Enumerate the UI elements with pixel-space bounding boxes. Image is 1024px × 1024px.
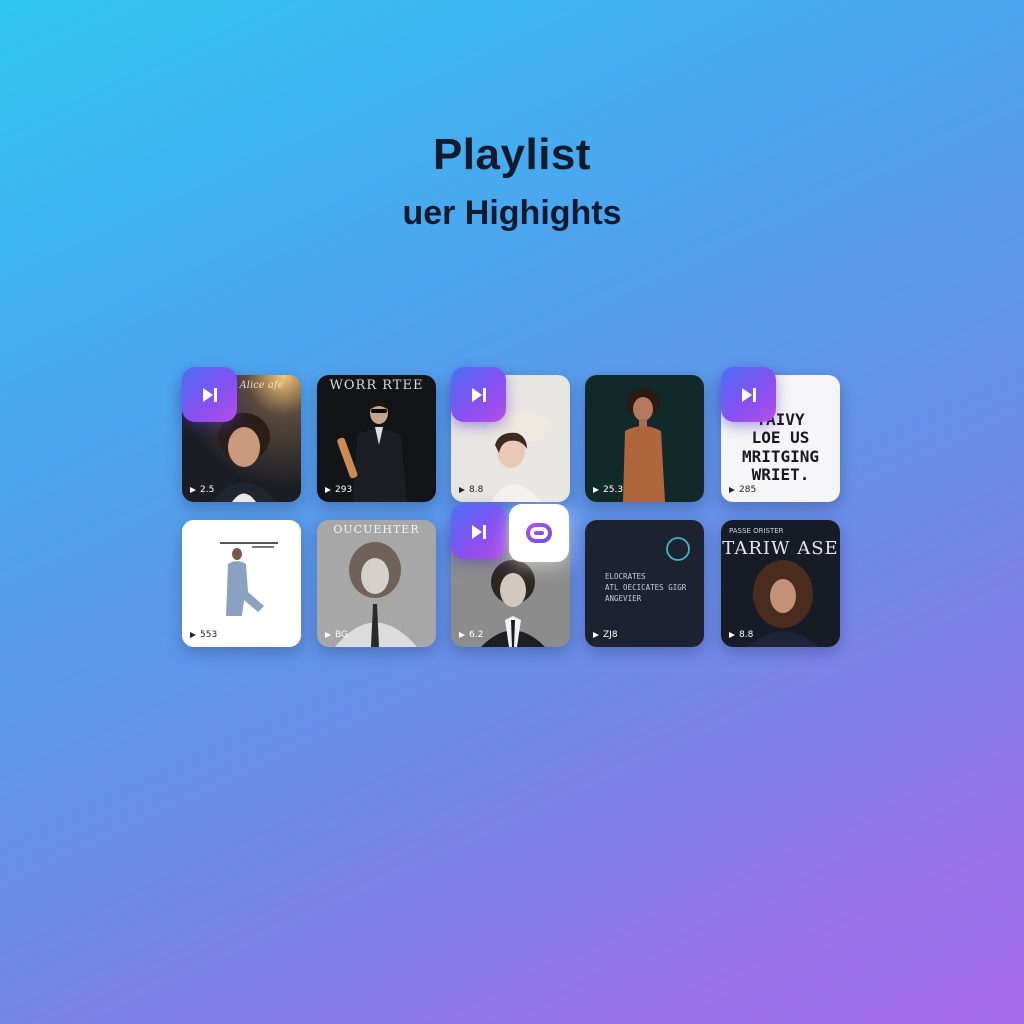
link-button[interactable] [509,504,569,562]
art-caption: OUCUEHTER [333,523,420,536]
skip-next-icon [471,524,486,539]
playlist-card[interactable]: WORR RTEE 293 [317,375,436,502]
art-line: ATL OECICATES GIGR [605,582,687,592]
playlist-card[interactable]: PASSE ORISTER TARIW ASE 8.8 [721,520,840,647]
play-count: 285 [729,485,756,495]
play-count: 25.3 [593,485,623,495]
skip-next-icon [471,387,486,402]
album-art [182,520,301,647]
play-count-value: 285 [739,485,757,495]
play-count-value: 2.5 [200,485,215,495]
art-line: ELOCRATES [605,572,646,581]
art-line: WRIET. [751,465,810,485]
art-caption-small: PASSE ORISTER [729,527,784,535]
skip-next-icon [202,387,217,402]
art-title: TARIW ASE [722,538,839,559]
art-caption: WORR RTEE [329,378,424,393]
play-count-value: BG [335,630,348,640]
skip-next-button[interactable] [451,367,506,422]
playlist-card[interactable]: 25.3 [585,375,704,502]
playlist-grid: Alice afe 2.5 WORR RTEE 293 8.8 25.3 TAI… [182,367,842,647]
play-icon [325,487,331,493]
art-line: ANGEVIER [605,593,642,603]
play-count-value: 553 [200,630,218,640]
play-count-value: 25.3 [603,485,624,495]
play-icon [729,632,735,638]
album-art [317,375,436,502]
play-count: 8.8 [729,630,753,640]
art-text-block: ELOCRATES ATL OECICATES GIGR ANGEVIER [605,572,686,605]
skip-next-button[interactable] [721,367,776,422]
art-line: MRITGING [741,446,820,466]
playlist-card[interactable]: OUCUEHTER BG [317,520,436,647]
play-icon [325,632,331,638]
play-icon [190,487,196,493]
skip-next-icon [741,387,756,402]
album-art [585,375,704,502]
playlist-card[interactable]: 553 [182,520,301,647]
skip-next-button[interactable] [451,504,506,559]
play-count-value: 8.8 [469,485,484,495]
play-icon [593,632,599,638]
play-count-value: 8.8 [739,630,754,640]
play-count: 2.5 [190,485,214,495]
art-line: LOE US [751,428,810,448]
page-subtitle: uer Highights [402,194,622,232]
ring-icon [666,537,690,561]
play-icon [459,632,465,638]
play-icon [459,487,465,493]
play-count: 8.8 [459,485,483,495]
play-icon [593,487,599,493]
play-count: 293 [325,485,352,495]
play-count-value: 293 [335,485,353,495]
link-icon [526,523,552,543]
play-icon [190,632,196,638]
play-count-value: 6.2 [469,630,484,640]
play-count: 553 [190,630,217,640]
art-title: TAIVY LOE US MRITGING WRIET. [721,410,840,485]
play-count-value: ZJ8 [603,630,618,640]
album-art [317,520,436,647]
play-count: ZJ8 [593,630,618,640]
play-icon [729,487,735,493]
play-count: BG [325,630,348,640]
playlist-card[interactable]: ELOCRATES ATL OECICATES GIGR ANGEVIER ZJ… [585,520,704,647]
play-count: 6.2 [459,630,483,640]
skip-next-button[interactable] [182,367,237,422]
page-title: Playlist [432,130,592,179]
